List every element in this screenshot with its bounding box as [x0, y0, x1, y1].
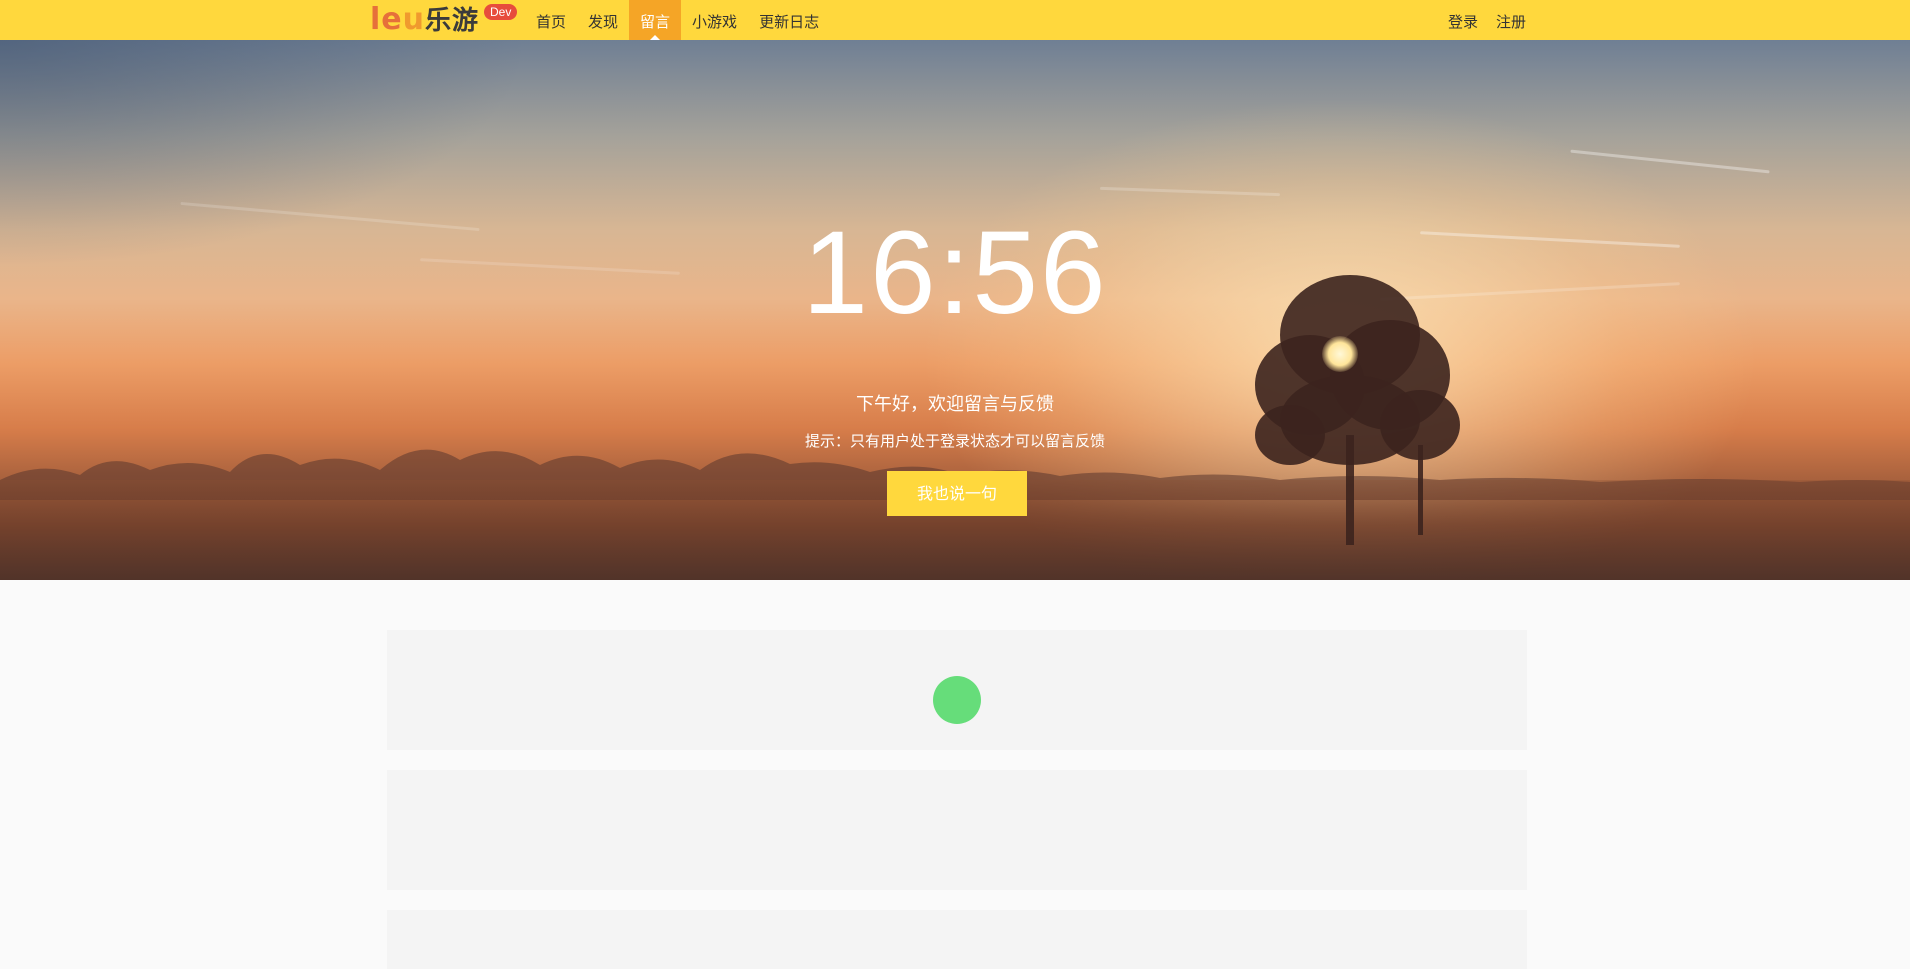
- logo-text: leu乐游: [370, 4, 479, 37]
- message-card: [387, 630, 1527, 750]
- login-link[interactable]: 登录: [1439, 0, 1487, 40]
- clock-time: 16:56: [802, 207, 1108, 339]
- site-logo[interactable]: leu乐游 Dev: [370, 4, 520, 36]
- greeting-text: 下午好，欢迎留言与反馈: [856, 394, 1054, 415]
- message-card: [387, 770, 1527, 890]
- logo-letter-u: u: [402, 2, 425, 37]
- message-card: [387, 910, 1527, 969]
- logo-letters-le: le: [370, 2, 403, 37]
- login-tip: 提示：只有用户处于登录状态才可以留言反馈: [804, 432, 1105, 450]
- sun: [1322, 336, 1358, 372]
- post-message-button[interactable]: 我也说一句: [887, 471, 1027, 516]
- register-link[interactable]: 注册: [1487, 0, 1535, 40]
- hero-banner: 16:56 下午好，欢迎留言与反馈 提示：只有用户处于登录状态才可以留言反馈 我…: [0, 40, 1910, 580]
- top-navbar: leu乐游 Dev 首页 发现 留言 小游戏 更新日志 登录 注册: [0, 0, 1910, 40]
- dev-badge: Dev: [484, 4, 518, 20]
- auth-nav: 登录 注册: [1439, 0, 1535, 40]
- nav-item-discover[interactable]: 发现: [577, 0, 629, 40]
- logo-chinese-text: 乐游: [425, 6, 480, 36]
- main-nav: 首页 发现 留言 小游戏 更新日志: [525, 0, 830, 40]
- nav-item-messages[interactable]: 留言: [629, 0, 682, 40]
- nav-item-changelog[interactable]: 更新日志: [748, 0, 830, 40]
- nav-item-mini-games[interactable]: 小游戏: [681, 0, 748, 40]
- nav-item-home[interactable]: 首页: [525, 0, 577, 40]
- loading-spinner-icon: [933, 676, 981, 724]
- navbar-container: leu乐游 Dev 首页 发现 留言 小游戏 更新日志 登录 注册: [370, 0, 1535, 40]
